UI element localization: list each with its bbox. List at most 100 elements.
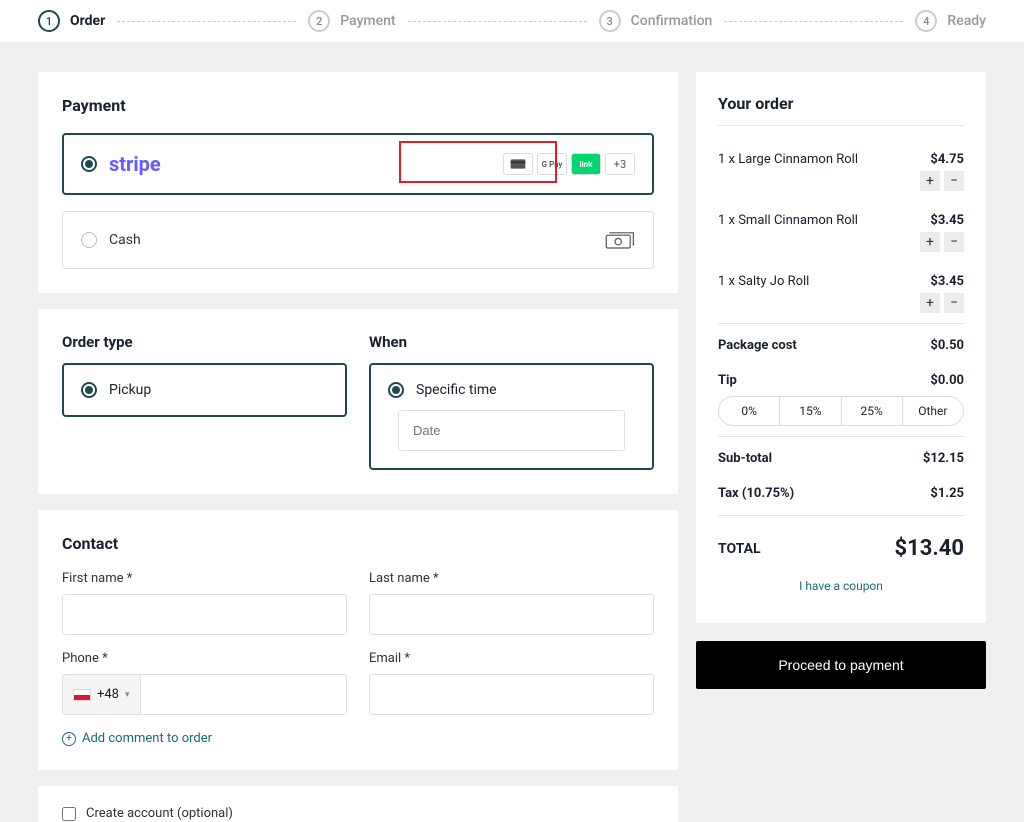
item-price: $3.45 [930,213,964,228]
package-cost-row: Package cost $0.50 [718,328,964,363]
last-name-label: Last name * [369,571,654,586]
order-type-pickup[interactable]: Pickup [62,363,347,417]
payment-card: Payment stripe G Pay link +3 Cash [38,72,678,293]
qty-decrease-button[interactable]: − [944,293,964,313]
pickup-label: Pickup [109,382,151,398]
order-summary-card: Your order 1 x Large Cinnamon Roll $4.75… [696,72,986,623]
tip-option-0[interactable]: 0% [719,397,780,425]
payment-title: Payment [62,96,654,115]
package-value: $0.50 [930,338,964,353]
flag-pl-icon [73,689,91,701]
add-comment-label: Add comment to order [82,731,212,746]
proceed-to-payment-button[interactable]: Proceed to payment [696,641,986,689]
date-input[interactable] [398,410,625,451]
order-item: 1 x Small Cinnamon Roll $3.45 [718,201,964,232]
payment-method-icons: G Pay link +3 [503,153,635,175]
cash-icon [603,230,635,250]
chevron-down-icon: ▾ [125,690,130,700]
specific-time-label: Specific time [416,382,497,398]
tax-row: Tax (10.75%) $1.25 [718,476,964,511]
item-name: 1 x Large Cinnamon Roll [718,152,858,167]
step-label: Order [70,13,105,29]
order-type-title: Order type [62,333,347,351]
tax-value: $1.25 [930,486,964,501]
tax-label: Tax (10.75%) [718,486,794,501]
tip-label: Tip [718,373,737,388]
qty-decrease-button[interactable]: − [944,171,964,191]
step-number: 4 [915,10,937,32]
checkout-stepper: 1 Order 2 Payment 3 Confirmation 4 Ready [0,0,1024,42]
payment-option-cash[interactable]: Cash [62,211,654,269]
country-code-select[interactable]: +48 ▾ [62,674,140,715]
item-price: $3.45 [930,274,964,289]
create-account-checkbox[interactable] [62,807,76,821]
step-connector [408,21,587,22]
tip-option-25[interactable]: 25% [842,397,903,425]
tip-option-15[interactable]: 15% [780,397,841,425]
tip-row: Tip $0.00 [718,363,964,396]
phone-field[interactable] [140,674,347,715]
radio-icon [81,156,97,172]
order-item: 1 x Salty Jo Roll $3.45 [718,262,964,293]
total-label: TOTAL [718,541,761,557]
gpay-icon: G Pay [537,153,567,175]
stripe-logo: stripe [109,152,161,176]
link-icon: link [571,153,601,175]
step-connector [724,21,903,22]
radio-icon [81,232,97,248]
item-name: 1 x Small Cinnamon Roll [718,213,858,228]
order-summary-title: Your order [718,94,964,126]
total-amount: $13.40 [895,536,965,561]
cash-label: Cash [109,232,141,248]
subtotal-value: $12.15 [923,451,964,466]
contact-card: Contact First name * Last name * Phone * [38,510,678,770]
step-label: Ready [947,13,986,29]
add-comment-link[interactable]: + Add comment to order [62,731,654,746]
email-label: Email * [369,651,654,666]
coupon-link[interactable]: I have a coupon [718,571,964,601]
step-connector [117,21,296,22]
step-number: 1 [38,10,60,32]
item-name: 1 x Salty Jo Roll [718,274,809,289]
step-order[interactable]: 1 Order [38,10,105,32]
radio-icon [388,382,404,398]
country-code-value: +48 [97,687,119,702]
create-account-label: Create account (optional) [86,806,233,821]
tip-option-other[interactable]: Other [903,397,963,425]
order-type-when-card: Order type Pickup When Specific time [38,309,678,494]
order-item: 1 x Large Cinnamon Roll $4.75 [718,140,964,171]
more-methods-badge: +3 [605,153,635,175]
qty-increase-button[interactable]: + [920,171,940,191]
when-title: When [369,333,654,351]
step-confirmation[interactable]: 3 Confirmation [599,10,713,32]
last-name-field[interactable] [369,594,654,635]
item-price: $4.75 [930,152,964,167]
email-field[interactable] [369,674,654,715]
subtotal-label: Sub-total [718,451,772,466]
first-name-label: First name * [62,571,347,586]
qty-increase-button[interactable]: + [920,293,940,313]
payment-option-stripe[interactable]: stripe G Pay link +3 [62,133,654,195]
card-icon [503,153,533,175]
step-ready[interactable]: 4 Ready [915,10,986,32]
first-name-field[interactable] [62,594,347,635]
tip-value: $0.00 [930,373,964,388]
tip-options: 0% 15% 25% Other [718,396,964,426]
total-row: TOTAL $13.40 [718,520,964,571]
package-label: Package cost [718,338,797,353]
optins-card: Create account (optional) I want to rece… [38,786,678,822]
plus-circle-icon: + [62,732,76,746]
when-specific-time[interactable]: Specific time [369,363,654,470]
step-payment[interactable]: 2 Payment [308,10,395,32]
radio-icon [81,382,97,398]
step-number: 3 [599,10,621,32]
phone-label: Phone * [62,651,347,666]
step-label: Confirmation [631,13,713,29]
subtotal-row: Sub-total $12.15 [718,441,964,476]
step-label: Payment [340,13,395,29]
qty-increase-button[interactable]: + [920,232,940,252]
step-number: 2 [308,10,330,32]
contact-title: Contact [62,534,654,553]
qty-decrease-button[interactable]: − [944,232,964,252]
create-account-row[interactable]: Create account (optional) [62,806,654,821]
